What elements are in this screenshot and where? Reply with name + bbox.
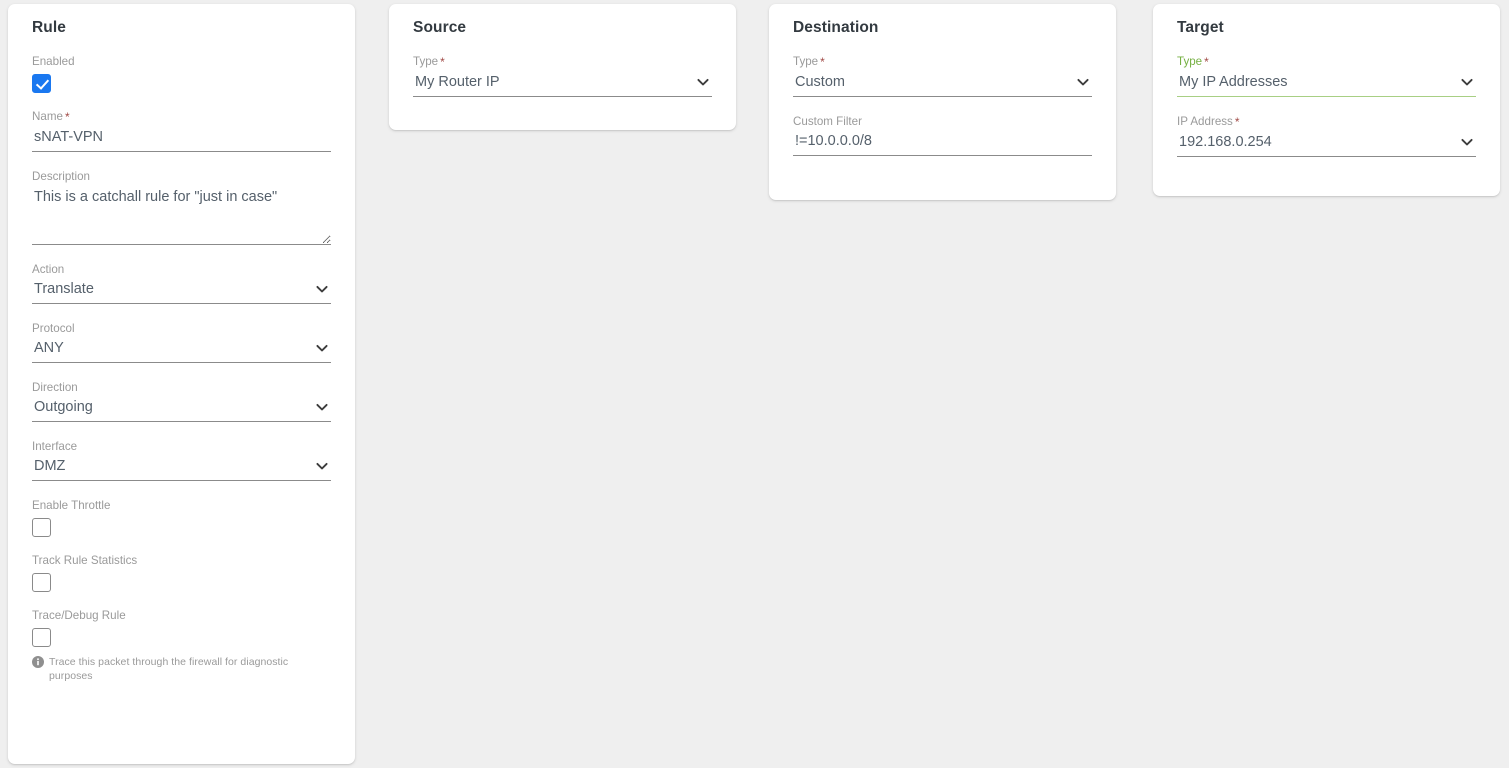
trace-debug-rule-checkbox[interactable]: [32, 628, 51, 647]
destination-type-select-wrap: Custom: [793, 73, 1092, 97]
source-type-label: Type *: [413, 55, 445, 69]
enabled-checkbox[interactable]: [32, 74, 51, 93]
target-ip-address-field: IP Address * 192.168.0.254: [1177, 114, 1476, 157]
description-label: Description: [32, 170, 90, 183]
info-icon: [32, 656, 44, 668]
protocol-label: Protocol: [32, 322, 75, 335]
required-asterisk: *: [1234, 115, 1240, 129]
trace-debug-rule-hint-text: Trace this packet through the firewall f…: [49, 656, 289, 682]
direction-field: Direction Outgoing: [32, 380, 331, 422]
source-type-select-wrap: My Router IP: [413, 73, 712, 97]
target-ip-address-select-wrap: 192.168.0.254: [1177, 133, 1476, 157]
source-type-field: Type * My Router IP: [413, 54, 712, 97]
source-type-select[interactable]: My Router IP: [413, 73, 712, 96]
enable-throttle-label: Enable Throttle: [32, 499, 111, 512]
target-ip-address-label: IP Address *: [1177, 115, 1240, 129]
direction-select-wrap: Outgoing: [32, 398, 331, 422]
target-card: Target Type * My IP Addresses IP Address *…: [1153, 4, 1500, 196]
required-asterisk: *: [440, 55, 445, 69]
target-type-select-wrap: My IP Addresses: [1177, 73, 1476, 97]
custom-filter-label: Custom Filter: [793, 115, 862, 128]
action-label: Action: [32, 263, 65, 276]
interface-label: Interface: [32, 440, 78, 453]
source-card-title: Source: [413, 19, 467, 36]
action-select-wrap: Translate: [32, 280, 331, 304]
enabled-label: Enabled: [32, 55, 75, 68]
destination-type-label: Type *: [793, 55, 825, 69]
target-type-field: Type * My IP Addresses: [1177, 54, 1476, 97]
description-field: Description This is a catchall rule for …: [32, 169, 331, 245]
destination-card-title: Destination: [793, 19, 879, 36]
target-type-select[interactable]: My IP Addresses: [1177, 73, 1476, 96]
interface-field: Interface DMZ: [32, 439, 331, 481]
enabled-field: Enabled: [32, 54, 331, 93]
trace-debug-rule-label: Trace/Debug Rule: [32, 609, 126, 622]
description-textarea[interactable]: This is a catchall rule for "just in cas…: [32, 187, 331, 245]
direction-select[interactable]: Outgoing: [32, 398, 331, 421]
track-rule-statistics-checkbox[interactable]: [32, 573, 51, 592]
interface-select-wrap: DMZ: [32, 457, 331, 481]
rule-card-title: Rule: [32, 19, 66, 36]
interface-select[interactable]: DMZ: [32, 457, 331, 480]
track-rule-statistics-label: Track Rule Statistics: [32, 554, 138, 567]
enable-throttle-field: Enable Throttle: [32, 498, 331, 537]
target-card-title: Target: [1177, 19, 1224, 36]
trace-debug-rule-field: Trace/Debug Rule Trace this packet throu…: [32, 608, 331, 683]
protocol-field: Protocol ANY: [32, 321, 331, 363]
destination-type-select[interactable]: Custom: [793, 73, 1092, 96]
track-rule-statistics-field: Track Rule Statistics: [32, 553, 331, 592]
target-type-label: Type *: [1177, 55, 1209, 69]
name-input[interactable]: [32, 128, 331, 152]
destination-card: Destination Type * Custom Custom Filter: [769, 4, 1116, 200]
protocol-select-wrap: ANY: [32, 339, 331, 363]
target-ip-address-select[interactable]: 192.168.0.254: [1177, 133, 1476, 156]
rule-card: Rule Enabled Name* Description This is a…: [8, 4, 355, 764]
action-field: Action Translate: [32, 262, 331, 304]
required-asterisk: *: [64, 110, 70, 124]
required-asterisk: *: [820, 55, 825, 69]
nat-rule-editor-page: Rule Enabled Name* Description This is a…: [0, 0, 1509, 768]
source-card: Source Type * My Router IP: [389, 4, 736, 130]
name-label: Name *: [32, 110, 70, 124]
action-select[interactable]: Translate: [32, 280, 331, 303]
protocol-select[interactable]: ANY: [32, 339, 331, 362]
custom-filter-input[interactable]: [793, 132, 1092, 156]
name-field: Name *: [32, 109, 331, 152]
custom-filter-field: Custom Filter: [793, 114, 1092, 156]
trace-debug-rule-hint: Trace this packet through the firewall f…: [32, 655, 331, 683]
enable-throttle-checkbox[interactable]: [32, 518, 51, 537]
destination-type-field: Type * Custom: [793, 54, 1092, 97]
required-asterisk: *: [1204, 55, 1209, 69]
direction-label: Direction: [32, 381, 78, 394]
